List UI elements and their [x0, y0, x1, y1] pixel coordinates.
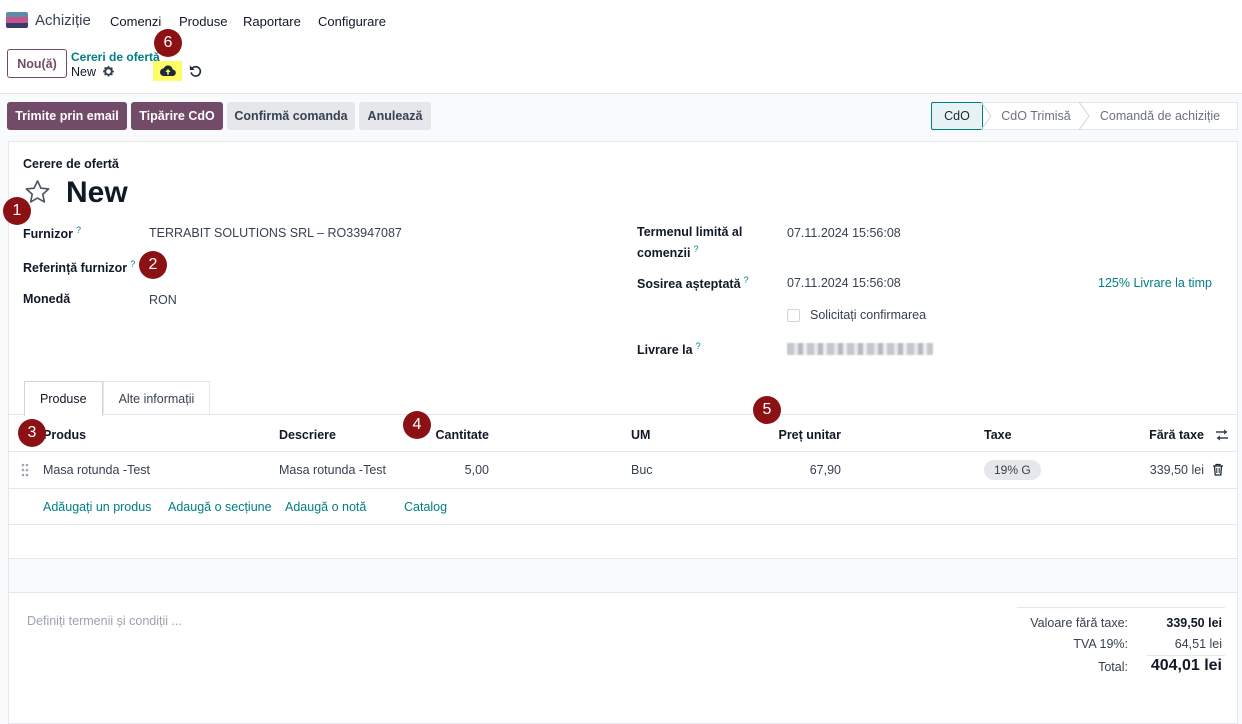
- vat-label: TVA 19%:: [1073, 637, 1128, 651]
- form-sheet: Cerere de ofertă New Furnizor? TERRABIT …: [8, 141, 1238, 724]
- stage-cdo[interactable]: CdO: [931, 102, 983, 130]
- notebook-tabs: Produse Alte informații: [24, 381, 211, 416]
- annotation-badge-3: 3: [18, 419, 46, 447]
- column-unit-price[interactable]: Preț unitar: [751, 428, 841, 442]
- annotation-badge-4: 4: [403, 411, 431, 439]
- menu-raportare[interactable]: Raportare: [243, 14, 301, 29]
- cell-product[interactable]: Masa rotunda -Test: [43, 463, 150, 477]
- stage-cdo-trimisa[interactable]: CdO Trimisă: [983, 102, 1083, 130]
- cell-uom[interactable]: Buc: [631, 463, 653, 477]
- total-value: 404,01 lei: [1150, 657, 1222, 674]
- menu-configurare[interactable]: Configurare: [318, 14, 386, 29]
- stage-separator: [981, 102, 992, 130]
- untaxed-amount-label: Valoare fără taxe:: [1030, 616, 1128, 630]
- column-taxes[interactable]: Taxe: [984, 428, 1012, 442]
- add-product-link[interactable]: Adăugați un produs: [43, 500, 151, 514]
- menu-produse[interactable]: Produse: [179, 14, 227, 29]
- ask-confirmation-label: Solicitați confirmarea: [810, 308, 927, 322]
- tab-alte-informatii[interactable]: Alte informații: [102, 381, 211, 415]
- column-quantity[interactable]: Cantitate: [429, 428, 489, 442]
- cell-subtotal: 339,50 lei: [1149, 463, 1204, 477]
- deliver-to-label: Livrare la?: [637, 341, 701, 358]
- vendor-reference-label: Referință furnizor?: [23, 259, 136, 276]
- vat-value: 64,51 lei: [1174, 637, 1222, 651]
- tab-produse[interactable]: Produse: [24, 381, 103, 416]
- tax-tag[interactable]: 19% G: [984, 460, 1041, 480]
- order-deadline-label-line1: Termenul limită al: [637, 225, 743, 239]
- order-deadline-label-line2: comenzii?: [637, 244, 699, 261]
- trash-icon[interactable]: [1212, 463, 1224, 476]
- vendor-label: Furnizor?: [23, 225, 82, 242]
- record-type-label: Cerere de ofertă: [23, 157, 119, 171]
- action-bar: Trimite prin email Tipărire CdO Confirmă…: [0, 95, 1242, 139]
- cell-quantity[interactable]: 5,00: [429, 463, 489, 477]
- cloud-upload-icon[interactable]: [153, 61, 182, 81]
- currency-label: Monedă: [23, 292, 71, 306]
- annotation-badge-1: 1: [3, 197, 31, 225]
- annotation-badge-5: 5: [753, 396, 781, 424]
- vendor-field[interactable]: TERRABIT SOLUTIONS SRL – RO33947087: [149, 226, 402, 240]
- table-row[interactable]: Masa rotunda -Test Masa rotunda -Test 5,…: [9, 452, 1237, 488]
- column-uom[interactable]: UM: [631, 428, 650, 442]
- add-section-link[interactable]: Adaugă o secțiune: [168, 500, 272, 514]
- menu-comenzi[interactable]: Comenzi: [110, 14, 161, 29]
- on-time-delivery-link[interactable]: 125% Livrare la timp: [1098, 276, 1212, 290]
- untaxed-amount-value: 339,50 lei: [1166, 616, 1222, 630]
- annotation-badge-2: 2: [139, 251, 167, 279]
- confirm-order-button[interactable]: Confirmă comanda: [227, 102, 355, 130]
- add-note-link[interactable]: Adaugă o notă: [285, 500, 366, 514]
- main-navbar: Achiziție Comenzi Produse Raportare Conf…: [0, 0, 1242, 42]
- vendor-reference-field[interactable]: [149, 254, 589, 278]
- annotation-badge-6: 6: [154, 29, 182, 57]
- table-empty-row: [9, 559, 1237, 592]
- total-divider: [1147, 655, 1225, 656]
- drag-handle-icon[interactable]: [21, 463, 29, 477]
- stage-separator: [1079, 102, 1090, 130]
- app-name[interactable]: Achiziție: [35, 12, 91, 29]
- expected-arrival-field[interactable]: 07.11.2024 15:56:08: [787, 276, 901, 290]
- ask-confirmation-checkbox[interactable]: [787, 309, 800, 322]
- deliver-to-field[interactable]: [787, 343, 933, 355]
- cell-description[interactable]: Masa rotunda -Test: [279, 463, 386, 477]
- order-deadline-field[interactable]: 07.11.2024 15:56:08: [787, 226, 901, 240]
- control-panel: Nou(ă) Cereri de ofertă New: [0, 42, 1242, 94]
- breadcrumb-current: New: [71, 65, 97, 79]
- totals-divider: [1017, 607, 1225, 608]
- column-description[interactable]: Descriere: [279, 428, 336, 442]
- breadcrumb-parent[interactable]: Cereri de ofertă: [71, 50, 160, 64]
- currency-field[interactable]: RON: [149, 293, 177, 307]
- cell-unit-price[interactable]: 67,90: [751, 463, 841, 477]
- stage-comanda[interactable]: Comandă de achiziție: [1083, 102, 1238, 130]
- gear-icon[interactable]: [102, 65, 115, 78]
- expected-arrival-label: Sosirea așteptată?: [637, 275, 749, 292]
- cancel-button[interactable]: Anulează: [359, 102, 431, 130]
- catalog-link[interactable]: Catalog: [404, 500, 447, 514]
- undo-icon[interactable]: [188, 63, 203, 78]
- print-rfq-button[interactable]: Tipărire CdO: [131, 102, 223, 130]
- app-logo-icon[interactable]: [6, 12, 28, 28]
- column-product[interactable]: Produs: [43, 428, 86, 442]
- new-button[interactable]: Nou(ă): [7, 49, 67, 78]
- column-subtotal[interactable]: Fără taxe: [1124, 428, 1204, 442]
- record-title[interactable]: New: [66, 176, 128, 210]
- optional-columns-icon[interactable]: [1215, 428, 1229, 442]
- send-email-button[interactable]: Trimite prin email: [7, 102, 127, 130]
- terms-and-conditions-field[interactable]: Definiți termenii și condiții ...: [27, 614, 182, 628]
